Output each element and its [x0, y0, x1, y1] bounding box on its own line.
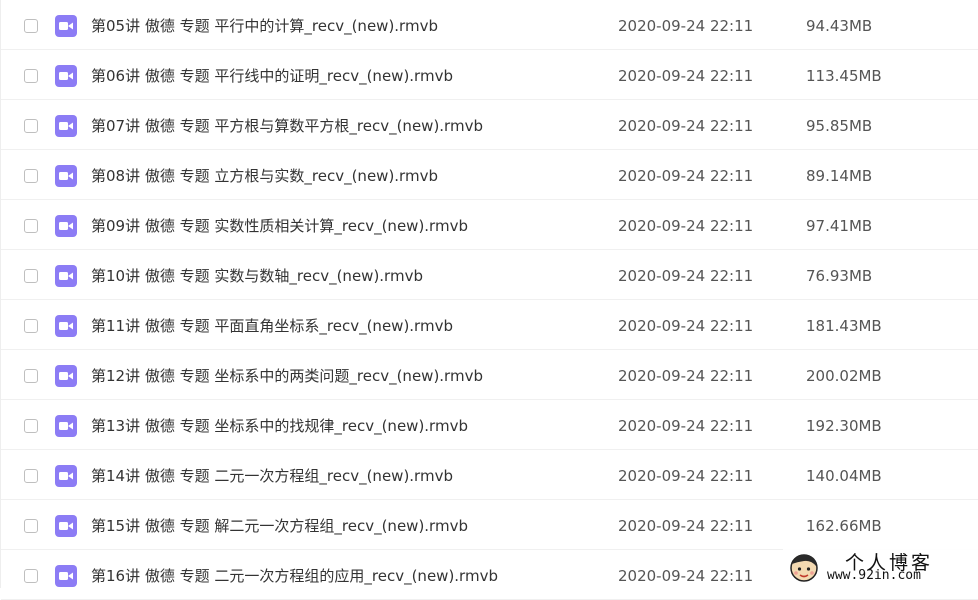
- video-file-icon: [55, 65, 77, 87]
- row-checkbox[interactable]: [24, 169, 38, 183]
- file-name[interactable]: 第12讲 傲德 专题 坐标系中的两类问题_recv_(new).rmvb: [91, 366, 483, 386]
- file-name[interactable]: 第09讲 傲德 专题 实数性质相关计算_recv_(new).rmvb: [91, 216, 468, 236]
- video-file-icon: [55, 315, 77, 337]
- file-name[interactable]: 第10讲 傲德 专题 实数与数轴_recv_(new).rmvb: [91, 266, 423, 286]
- video-file-icon: [55, 465, 77, 487]
- file-size: 140.04MB: [806, 467, 882, 485]
- blog-avatar-icon: [790, 554, 818, 582]
- row-checkbox[interactable]: [24, 369, 38, 383]
- row-checkbox[interactable]: [24, 569, 38, 583]
- file-modified-date: 2020-09-24 22:11: [618, 517, 754, 535]
- file-rows: 第05讲 傲德 专题 平行中的计算_recv_(new).rmvb 2020-0…: [1, 0, 978, 600]
- file-name[interactable]: 第06讲 傲德 专题 平行线中的证明_recv_(new).rmvb: [91, 66, 453, 86]
- file-row[interactable]: 第15讲 傲德 专题 解二元一次方程组_recv_(new).rmvb 2020…: [1, 500, 978, 550]
- file-row[interactable]: 第09讲 傲德 专题 实数性质相关计算_recv_(new).rmvb 2020…: [1, 200, 978, 250]
- file-name[interactable]: 第13讲 傲德 专题 坐标系中的找规律_recv_(new).rmvb: [91, 416, 468, 436]
- file-size: 200.02MB: [806, 367, 882, 385]
- watermark-url: www.92in.com: [827, 568, 921, 583]
- video-file-icon: [55, 115, 77, 137]
- file-row[interactable]: 第05讲 傲德 专题 平行中的计算_recv_(new).rmvb 2020-0…: [1, 0, 978, 50]
- row-checkbox[interactable]: [24, 219, 38, 233]
- video-file-icon: [55, 565, 77, 587]
- file-name[interactable]: 第16讲 傲德 专题 二元一次方程组的应用_recv_(new).rmvb: [91, 566, 498, 586]
- row-checkbox[interactable]: [24, 419, 38, 433]
- file-name[interactable]: 第08讲 傲德 专题 立方根与实数_recv_(new).rmvb: [91, 166, 438, 186]
- file-name[interactable]: 第15讲 傲德 专题 解二元一次方程组_recv_(new).rmvb: [91, 516, 468, 536]
- file-modified-date: 2020-09-24 22:11: [618, 367, 754, 385]
- video-file-icon: [55, 415, 77, 437]
- file-size: 95.85MB: [806, 117, 873, 135]
- file-modified-date: 2020-09-24 22:11: [618, 67, 754, 85]
- video-file-icon: [55, 15, 77, 37]
- file-modified-date: 2020-09-24 22:11: [618, 117, 754, 135]
- file-size: 181.43MB: [806, 317, 882, 335]
- video-file-icon: [55, 165, 77, 187]
- file-modified-date: 2020-09-24 22:11: [618, 567, 754, 585]
- file-size: 76.93MB: [806, 267, 873, 285]
- file-size: 192.30MB: [806, 417, 882, 435]
- file-row[interactable]: 第06讲 傲德 专题 平行线中的证明_recv_(new).rmvb 2020-…: [1, 50, 978, 100]
- file-row[interactable]: 第13讲 傲德 专题 坐标系中的找规律_recv_(new).rmvb 2020…: [1, 400, 978, 450]
- file-name[interactable]: 第14讲 傲德 专题 二元一次方程组_recv_(new).rmvb: [91, 466, 453, 486]
- file-list: 第05讲 傲德 专题 平行中的计算_recv_(new).rmvb 2020-0…: [0, 0, 978, 600]
- file-modified-date: 2020-09-24 22:11: [618, 17, 754, 35]
- row-checkbox[interactable]: [24, 119, 38, 133]
- video-file-icon: [55, 215, 77, 237]
- file-modified-date: 2020-09-24 22:11: [618, 167, 754, 185]
- row-checkbox[interactable]: [24, 19, 38, 33]
- file-modified-date: 2020-09-24 22:11: [618, 317, 754, 335]
- row-checkbox[interactable]: [24, 519, 38, 533]
- row-checkbox[interactable]: [24, 269, 38, 283]
- file-size: 94.43MB: [806, 17, 873, 35]
- file-name[interactable]: 第05讲 傲德 专题 平行中的计算_recv_(new).rmvb: [91, 16, 438, 36]
- file-size: 113.45MB: [806, 67, 882, 85]
- row-checkbox[interactable]: [24, 69, 38, 83]
- file-row[interactable]: 第12讲 傲德 专题 坐标系中的两类问题_recv_(new).rmvb 202…: [1, 350, 978, 400]
- file-modified-date: 2020-09-24 22:11: [618, 217, 754, 235]
- row-checkbox[interactable]: [24, 469, 38, 483]
- file-row[interactable]: 第08讲 傲德 专题 立方根与实数_recv_(new).rmvb 2020-0…: [1, 150, 978, 200]
- file-name[interactable]: 第07讲 傲德 专题 平方根与算数平方根_recv_(new).rmvb: [91, 116, 483, 136]
- file-row[interactable]: 第14讲 傲德 专题 二元一次方程组_recv_(new).rmvb 2020-…: [1, 450, 978, 500]
- file-row[interactable]: 第11讲 傲德 专题 平面直角坐标系_recv_(new).rmvb 2020-…: [1, 300, 978, 350]
- video-file-icon: [55, 515, 77, 537]
- file-modified-date: 2020-09-24 22:11: [618, 267, 754, 285]
- video-file-icon: [55, 365, 77, 387]
- file-size: 97.41MB: [806, 217, 873, 235]
- file-row[interactable]: 第07讲 傲德 专题 平方根与算数平方根_recv_(new).rmvb 202…: [1, 100, 978, 150]
- file-row[interactable]: 第10讲 傲德 专题 实数与数轴_recv_(new).rmvb 2020-09…: [1, 250, 978, 300]
- file-name[interactable]: 第11讲 傲德 专题 平面直角坐标系_recv_(new).rmvb: [91, 316, 453, 336]
- file-size: 89.14MB: [806, 167, 873, 185]
- file-size: 162.66MB: [806, 517, 882, 535]
- row-checkbox[interactable]: [24, 319, 38, 333]
- video-file-icon: [55, 265, 77, 287]
- file-modified-date: 2020-09-24 22:11: [618, 417, 754, 435]
- file-modified-date: 2020-09-24 22:11: [618, 467, 754, 485]
- watermark: 个人博客 www.92in.com: [783, 546, 978, 588]
